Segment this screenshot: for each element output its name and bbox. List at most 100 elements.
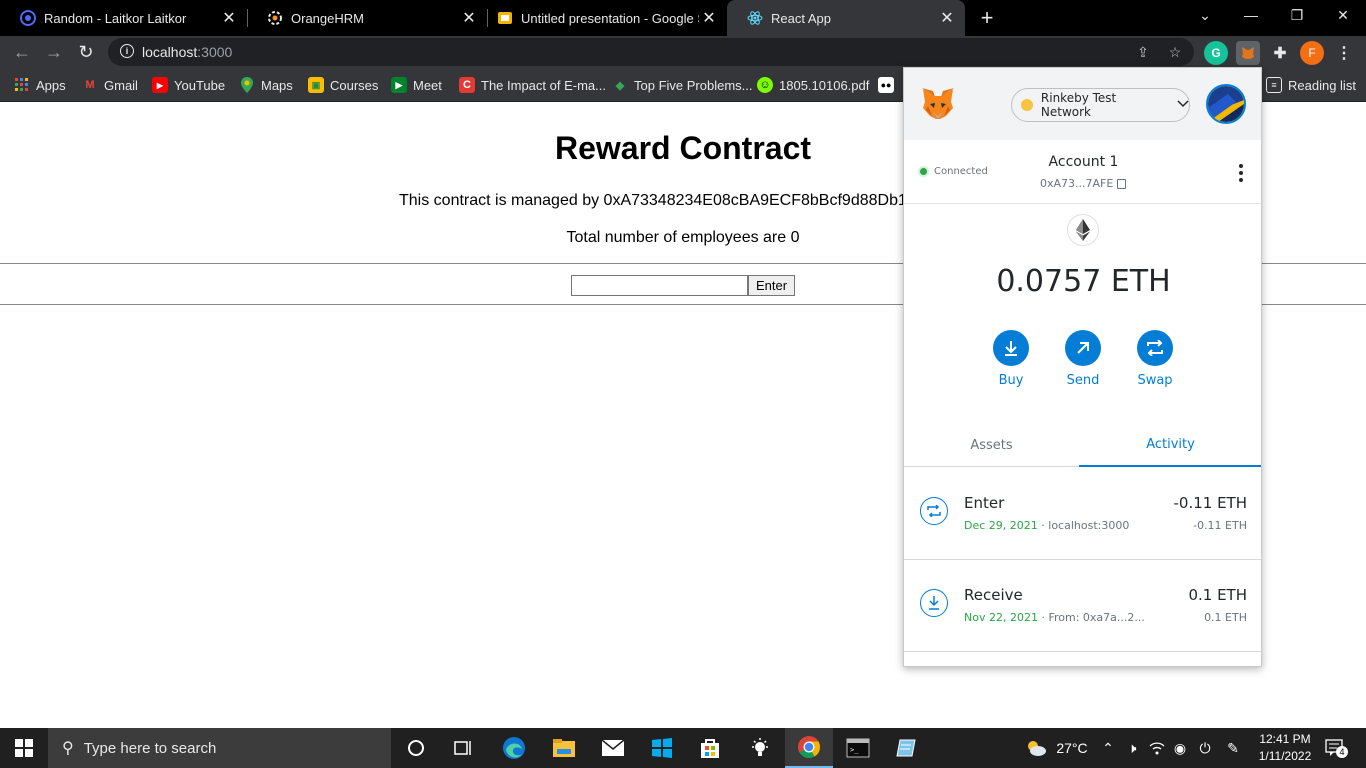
mail-icon[interactable] [589,728,637,768]
clock-time: 12:41 PM [1259,732,1311,746]
notifications-icon[interactable]: 4 [1322,738,1348,758]
network-globe-icon[interactable]: ◉ [1171,738,1189,758]
battery-plug-icon[interactable]: ⏻ [1196,738,1214,758]
metamask-extension-icon[interactable] [1236,41,1260,65]
activity-title: Receive [964,586,1023,604]
metamask-fox-icon[interactable] [920,86,956,122]
network-selector[interactable]: Rinkeby Test Network [1011,88,1190,122]
terminal-icon[interactable]: >_ [834,728,882,768]
copy-icon [1117,178,1127,189]
bookmark-maps[interactable]: Maps [239,75,293,95]
close-window-button[interactable]: ✕ [1320,0,1366,30]
browser-toolbar: ← → ↻ i localhost:3000 ⇪ ☆ [0,36,1366,68]
tab-activity[interactable]: Activity [1079,423,1261,467]
show-hidden-icons-icon[interactable]: ⌃ [1099,738,1117,758]
send-button[interactable]: Send [1053,330,1113,388]
account-avatar[interactable] [1206,84,1246,124]
address-bar[interactable]: i localhost:3000 ⇪ ☆ [108,38,1194,66]
search-placeholder: Type here to search [83,739,217,757]
swap-button[interactable]: Swap [1125,330,1185,388]
tips-lightbulb-icon[interactable] [736,728,784,768]
account-address-text: 0xA73...7AFE [1040,177,1114,190]
address-url: localhost:3000 [142,44,233,60]
activity-amount: 0.1 ETH [1188,586,1247,604]
metamask-header: Rinkeby Test Network [904,68,1261,140]
bookmark-courses[interactable]: ▣ Courses [308,75,378,95]
bookmark-top-five[interactable]: ◆ Top Five Problems... [612,75,753,95]
tab-random[interactable]: Random - Laitkor Laitkor ✕ [0,0,247,36]
bookmark-gmail[interactable]: M Gmail [82,75,138,95]
bookmark-meet[interactable]: ▶ Meet [391,75,442,95]
chrome-icon[interactable] [785,728,833,768]
forward-button[interactable]: → [42,40,66,64]
bookmark-label: Apps [36,77,66,93]
gmail-icon: M [85,79,95,91]
grammarly-extension-icon[interactable]: G [1204,41,1228,65]
pen-ink-icon[interactable]: ✎ [1222,738,1244,758]
swap-icon [1137,330,1173,366]
youtube-icon: ▶ [152,77,168,93]
store-bag-icon[interactable] [686,728,734,768]
bookmark-youtube[interactable]: ▶ YouTube [152,75,225,95]
bookmark-label: Meet [413,77,442,93]
tab-react-app[interactable]: React App ✕ [727,0,965,36]
tab-title: Random - Laitkor Laitkor [44,10,187,26]
cortana-icon[interactable] [392,728,440,768]
chrome-menu-icon[interactable]: ⋮ [1332,41,1356,65]
close-tab-icon[interactable]: ✕ [937,8,957,28]
back-button[interactable]: ← [10,40,34,64]
tab-orangehrm[interactable]: OrangeHRM ✕ [247,0,487,36]
edge-browser-icon[interactable] [490,728,538,768]
profile-avatar[interactable]: F [1300,41,1324,65]
weather-temperature[interactable]: 27°C [1052,738,1092,758]
activity-item[interactable]: Enter Dec 29, 2021 · localhost:3000 -0.1… [904,468,1261,560]
task-view-icon[interactable] [440,728,488,768]
speaker-muted-icon[interactable]: 🕨 [1123,738,1141,758]
microsoft-store-windows-icon[interactable] [638,728,686,768]
activity-item[interactable]: Receive Nov 22, 2021 · From: 0xa7a...2..… [904,560,1261,652]
weather-icon[interactable] [1024,738,1048,758]
bookmark-label: Gmail [104,77,138,93]
start-button[interactable] [0,728,48,768]
notepad-icon[interactable] [882,728,930,768]
minimize-button[interactable]: — [1228,0,1274,30]
tab-search-chevron-icon[interactable]: ⌄ [1182,0,1228,30]
account-options-icon[interactable] [1236,164,1246,182]
chevron-down-icon [1177,99,1189,111]
bookmark-star-icon[interactable]: ☆ [1167,44,1183,60]
site-info-icon[interactable]: i [120,44,134,58]
tab-assets[interactable]: Assets [904,423,1079,467]
wifi-icon[interactable] [1148,738,1166,758]
enter-amount-input[interactable] [571,275,748,296]
activity-subtitle: Nov 22, 2021 · From: 0xa7a...2... [964,611,1145,624]
enter-button[interactable]: Enter [748,275,795,296]
restore-button[interactable]: ❐ [1274,0,1320,30]
bookmark-label: Reading list [1288,77,1356,93]
buy-button[interactable]: Buy [981,330,1041,388]
bookmark-apps[interactable]: Apps [14,75,66,95]
close-tab-icon[interactable]: ✕ [699,8,719,28]
taskbar-search-box[interactable]: ⚲ Type here to search [48,728,391,768]
account-address[interactable]: 0xA73...7AFE [1040,177,1127,190]
close-tab-icon[interactable]: ✕ [459,8,479,28]
share-icon[interactable]: ⇪ [1135,44,1151,60]
bookmark-label: Courses [330,77,379,93]
smiley-icon: ☺ [757,77,773,93]
new-tab-button[interactable]: + [975,5,999,30]
system-clock[interactable]: 12:41 PM 1/11/2022 [1254,731,1316,765]
tab-title: React App [771,10,831,26]
browser-tab-strip: Random - Laitkor Laitkor ✕ OrangeHRM ✕ U… [0,0,1366,36]
tab-google-slides[interactable]: Untitled presentation - Google Sl ✕ [477,0,727,36]
bookmark-impact-email[interactable]: C The Impact of E-ma... [459,75,606,95]
close-tab-icon[interactable]: ✕ [219,8,239,28]
reload-button[interactable]: ↻ [74,40,98,64]
buy-label: Buy [998,373,1024,388]
wallet-tabs: Assets Activity [904,423,1261,467]
extensions-puzzle-icon[interactable]: ✚ [1268,41,1292,65]
bookmark-pdf[interactable]: ☺ 1805.10106.pdf [757,75,869,95]
reading-list[interactable]: ≡ Reading list [1266,75,1356,95]
account-name[interactable]: Account 1 [904,154,1261,170]
bookmark-medium[interactable]: ●● [878,75,900,95]
google-slides-icon [497,10,513,26]
file-explorer-icon[interactable] [540,728,588,768]
